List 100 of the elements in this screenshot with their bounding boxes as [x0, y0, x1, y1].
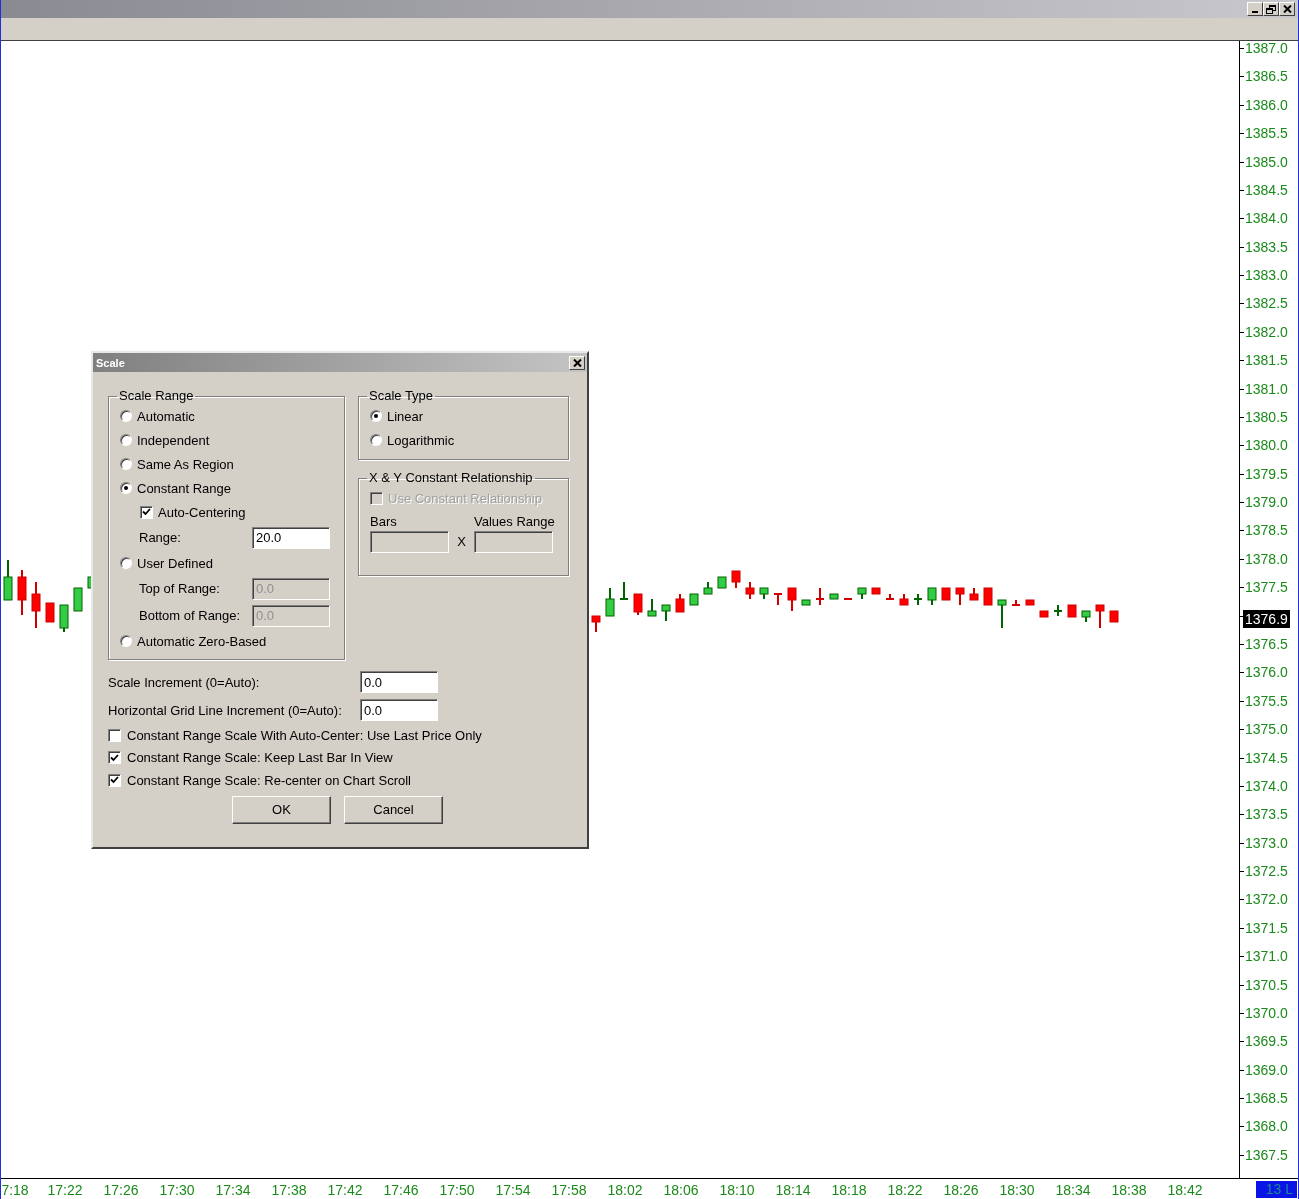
restore-button[interactable]	[1263, 2, 1279, 16]
candle	[689, 593, 699, 606]
price-label: 1370.0	[1245, 1004, 1288, 1021]
checkbox[interactable]	[108, 728, 121, 742]
candle	[871, 587, 881, 595]
candle	[1095, 604, 1105, 629]
candle	[955, 587, 965, 606]
field-label: Values Range	[474, 513, 553, 531]
radio-button[interactable]	[120, 434, 132, 446]
candle	[59, 604, 69, 633]
price-label: 1379.5	[1245, 465, 1288, 482]
radio-button[interactable]	[120, 410, 132, 422]
radio-label: Automatic	[137, 408, 195, 424]
time-label: 17:38	[271, 1182, 307, 1198]
candle	[1109, 610, 1119, 623]
close-button[interactable]	[1279, 2, 1295, 16]
candle	[1067, 604, 1077, 618]
price-label: 1380.5	[1245, 408, 1288, 425]
dialog-title: Scale	[96, 356, 125, 369]
time-label: 18:26	[943, 1182, 979, 1198]
candle	[1025, 599, 1035, 606]
candle	[17, 569, 27, 616]
price-label: 1372.0	[1245, 891, 1288, 908]
checkbox-label: Constant Range Scale With Auto-Center: Use Last Price Only	[127, 727, 482, 743]
price-label: 1385.0	[1245, 153, 1288, 170]
price-label: 1373.5	[1245, 806, 1288, 823]
group-title: X & Y Constant Relationship	[368, 470, 534, 486]
time-label: 17:42	[327, 1182, 363, 1198]
multiply-sign: X	[456, 533, 467, 551]
field-label: Range:	[139, 530, 182, 545]
price-label: 1377.5	[1245, 579, 1288, 596]
candle	[773, 593, 783, 606]
close-button[interactable]	[569, 355, 585, 370]
radio-button[interactable]	[120, 557, 132, 569]
checkbox[interactable]	[140, 505, 153, 519]
candle	[801, 599, 811, 606]
candle	[759, 587, 769, 600]
checkmark-icon	[110, 776, 119, 785]
price-label: 1387.0	[1245, 40, 1288, 56]
price-label: 1382.5	[1245, 295, 1288, 312]
candle	[927, 587, 937, 606]
candle	[815, 587, 825, 606]
time-label: 7:18	[1, 1182, 29, 1198]
time-label: 18:14	[775, 1182, 811, 1198]
price-label: 1380.0	[1245, 437, 1288, 454]
checkbox-label: Constant Range Scale: Keep Last Bar In View	[127, 750, 393, 766]
candle	[619, 581, 629, 600]
candle	[857, 587, 867, 600]
price-label: 1386.0	[1245, 96, 1288, 113]
candle	[829, 593, 839, 600]
radio-button[interactable]	[120, 482, 132, 494]
group-title: Scale Range	[118, 388, 195, 404]
candle	[1053, 604, 1063, 617]
price-label: 1383.5	[1245, 238, 1288, 255]
candle	[1039, 610, 1049, 618]
input-field[interactable]: 20.0	[252, 526, 330, 549]
checkbox[interactable]	[108, 773, 121, 787]
price-label: 1370.5	[1245, 976, 1288, 993]
price-label: 1374.5	[1245, 749, 1288, 766]
price-label: 1375.5	[1245, 692, 1288, 709]
radio-button[interactable]	[120, 635, 132, 647]
dialog-button[interactable]: OK	[232, 795, 331, 824]
price-label: 1373.0	[1245, 834, 1288, 851]
price-label: 1376.5	[1245, 635, 1288, 652]
minimize-button[interactable]	[1247, 2, 1263, 16]
price-label: 1383.0	[1245, 267, 1288, 284]
dialog-button[interactable]: Cancel	[344, 795, 443, 824]
candle	[717, 576, 727, 589]
candle	[731, 570, 741, 589]
time-label: 17:30	[159, 1182, 195, 1198]
checkbox[interactable]	[108, 751, 121, 765]
price-label: 1384.0	[1245, 210, 1288, 227]
candle	[941, 587, 951, 601]
time-label: 17:50	[439, 1182, 475, 1198]
radio-button[interactable]	[120, 458, 132, 470]
time-label: 18:30	[999, 1182, 1035, 1198]
last-price-label: 1376.9	[1243, 609, 1290, 628]
input-field[interactable]: 0.0	[360, 671, 438, 693]
checkbox-label: Auto-Centering	[158, 504, 246, 520]
radio-button[interactable]	[370, 410, 382, 422]
field-label: Bars	[370, 513, 398, 531]
candle	[675, 593, 685, 613]
candle	[885, 593, 895, 600]
price-label: 1382.0	[1245, 323, 1288, 340]
time-label: 18:42	[1167, 1182, 1203, 1198]
restore-icon	[1266, 4, 1276, 14]
radio-button[interactable]	[370, 434, 382, 446]
radio-label: Linear	[387, 408, 424, 424]
time-label: 18:34	[1055, 1182, 1091, 1198]
price-label: 1378.0	[1245, 550, 1288, 567]
radio-label: Same As Region	[137, 456, 234, 472]
candle	[969, 587, 979, 601]
price-label: 1381.0	[1245, 380, 1288, 397]
time-label: 17:58	[551, 1182, 587, 1198]
input-field[interactable]: 0.0	[360, 699, 438, 721]
candle	[983, 587, 993, 606]
time-label: 17:54	[495, 1182, 531, 1198]
candle	[1081, 610, 1091, 623]
price-label: 1368.0	[1245, 1118, 1288, 1135]
price-label: 1369.5	[1245, 1033, 1288, 1050]
